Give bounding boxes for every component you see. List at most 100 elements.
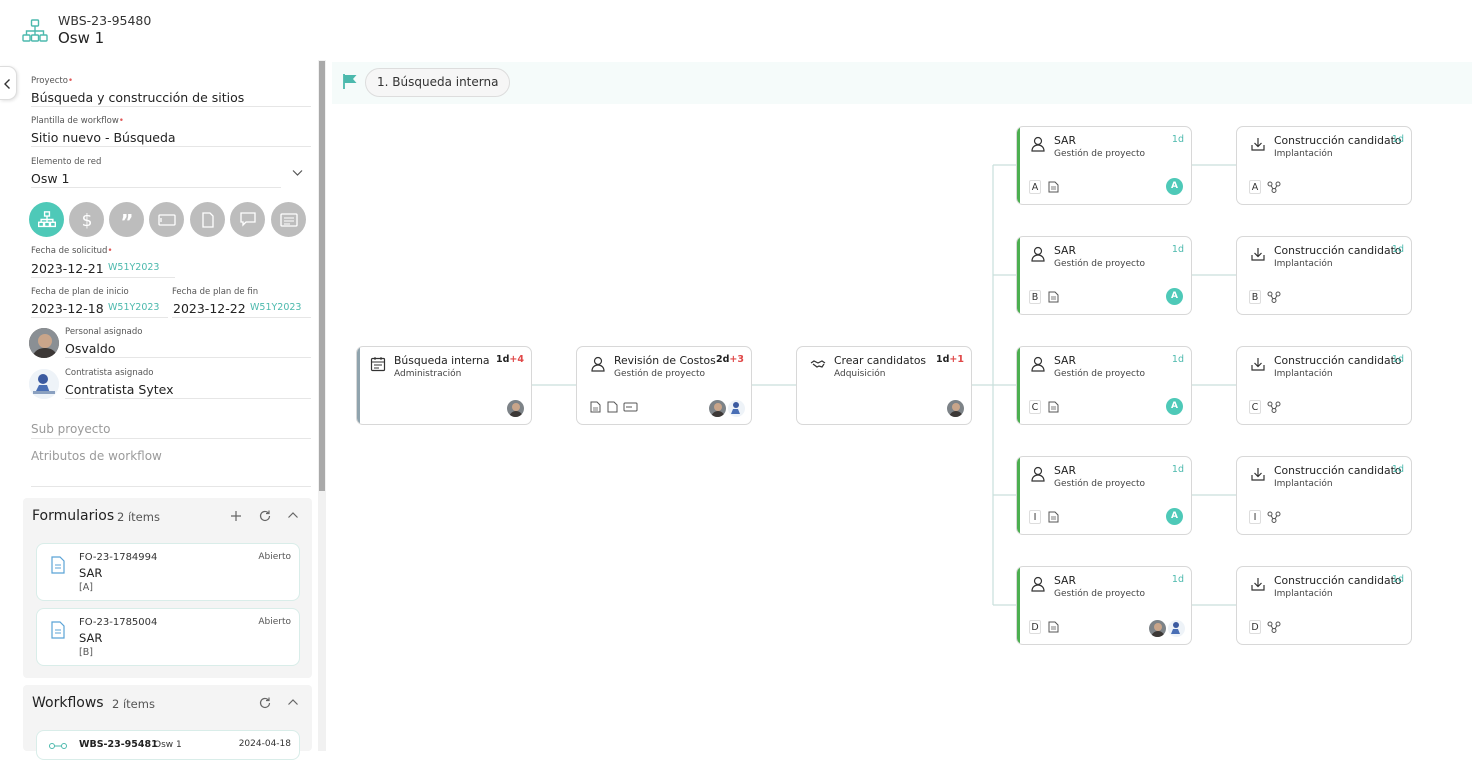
- workflow-code: WBS-23-95480: [58, 13, 152, 28]
- chevron-up-icon[interactable]: [287, 511, 299, 519]
- task-node-construccion[interactable]: Construcción candidato Implantación 1d A: [1236, 126, 1412, 205]
- candidate-letter: A: [1029, 180, 1041, 194]
- task-node-construccion[interactable]: Construcción candidato Implantación 1d C: [1236, 346, 1412, 425]
- assigned-staff-value[interactable]: Osvaldo: [65, 341, 115, 356]
- user-badge-icon: [1031, 136, 1045, 152]
- task-title: SAR: [1054, 574, 1076, 587]
- task-subtitle: Implantación: [1274, 479, 1333, 489]
- task-subtitle: Administración: [394, 369, 462, 379]
- task-node-sar[interactable]: SAR Gestión de proyecto 1d I A: [1016, 456, 1192, 535]
- user-badge-icon: [1031, 246, 1045, 262]
- flag-icon: [343, 74, 357, 89]
- workflow-attributes-row[interactable]: Atributos de workflow: [31, 449, 162, 463]
- form-item[interactable]: FO-23-1785004 SAR [B] Abierto: [36, 608, 300, 666]
- plan-end-value[interactable]: 2023-12-22: [173, 301, 246, 316]
- project-value[interactable]: Búsqueda y construcción de sitios: [31, 90, 244, 105]
- avatar: [29, 328, 59, 358]
- candidate-letter: I: [1029, 510, 1041, 524]
- candidate-letter: D: [1029, 620, 1041, 634]
- form-icon: [1048, 291, 1059, 303]
- divider: [31, 277, 175, 278]
- download-icon: [1251, 468, 1265, 481]
- task-subtitle: Adquisición: [834, 369, 886, 379]
- task-node-sar[interactable]: SAR Gestión de proyecto 1d D: [1016, 566, 1192, 645]
- plan-start-value[interactable]: 2023-12-18: [31, 301, 104, 316]
- structure-button[interactable]: [29, 202, 64, 237]
- task-node-revision[interactable]: Revisión de Costos Gestión de proyecto 2…: [576, 346, 752, 425]
- sub-project-row[interactable]: Sub proyecto: [31, 422, 110, 436]
- task-node-sar[interactable]: SAR Gestión de proyecto 1d B A: [1016, 236, 1192, 315]
- collapse-panel-button[interactable]: [0, 66, 17, 100]
- plan-end-week: W51Y2023: [250, 302, 302, 313]
- assigned-contractor-value[interactable]: Contratista Sytex: [65, 382, 174, 397]
- task-subtitle: Implantación: [1274, 259, 1333, 269]
- forms-title: Formularios: [32, 508, 115, 524]
- form-name: SAR: [79, 566, 103, 580]
- workflow-date: 2024-04-18: [238, 739, 291, 749]
- task-duration: 1d: [1171, 354, 1184, 365]
- costs-button[interactable]: $: [69, 202, 104, 237]
- status-bar: [357, 347, 360, 424]
- list-button[interactable]: [271, 202, 306, 237]
- form-code: FO-23-1784994: [79, 552, 158, 563]
- network-element-label: Elemento de red: [31, 157, 102, 167]
- task-subtitle: Gestión de proyecto: [1054, 589, 1145, 599]
- task-title: Búsqueda interna: [394, 354, 490, 367]
- divider: [65, 357, 311, 358]
- form-icon: [1048, 621, 1059, 633]
- refresh-icon[interactable]: [258, 509, 272, 523]
- card-button[interactable]: [149, 202, 184, 237]
- task-title: SAR: [1054, 354, 1076, 367]
- task-subtitle: Gestión de proyecto: [1054, 479, 1145, 489]
- flow-icon: [1267, 621, 1281, 633]
- download-icon: [1251, 138, 1265, 151]
- form-item[interactable]: FO-23-1784994 SAR [A] Abierto: [36, 543, 300, 601]
- user-badge-icon: [1031, 356, 1045, 372]
- avatar: [1149, 620, 1166, 637]
- task-node-sar[interactable]: SAR Gestión de proyecto 1d C A: [1016, 346, 1192, 425]
- documents-button[interactable]: [190, 202, 225, 237]
- status-bar: [1017, 347, 1020, 424]
- workflow-icon: [49, 743, 67, 749]
- stage-pill[interactable]: 1. Búsqueda interna: [365, 68, 511, 97]
- assigned-staff-label: Personal asignado: [65, 327, 143, 337]
- avatar: [507, 400, 524, 417]
- task-subtitle: Gestión de proyecto: [614, 369, 705, 379]
- scrollbar-thumb[interactable]: [319, 61, 325, 491]
- divider: [31, 187, 281, 188]
- chevron-down-icon[interactable]: [292, 169, 303, 177]
- task-title: SAR: [1054, 134, 1076, 147]
- chevron-up-icon[interactable]: [287, 698, 299, 706]
- status-bar: [1017, 457, 1020, 534]
- task-node-construccion[interactable]: Construcción candidato Implantación 1d I: [1236, 456, 1412, 535]
- plan-start-week: W51Y2023: [108, 302, 160, 313]
- network-element-select[interactable]: Osw 1: [31, 171, 70, 186]
- workflow-item[interactable]: WBS-23-95481 Osw 1 2024-04-18: [36, 730, 300, 760]
- add-icon[interactable]: [230, 510, 242, 522]
- list-icon: [279, 212, 298, 227]
- task-node-construccion[interactable]: Construcción candidato Implantación 1d B: [1236, 236, 1412, 315]
- refresh-icon[interactable]: [258, 696, 272, 710]
- flow-icon: [1267, 181, 1281, 193]
- task-duration: 1d: [1391, 354, 1404, 365]
- template-label: Plantilla de workflow•: [31, 116, 124, 126]
- quotes-button[interactable]: ”: [109, 202, 144, 237]
- template-value[interactable]: Sitio nuevo - Búsqueda: [31, 130, 176, 145]
- task-node-sar[interactable]: SAR Gestión de proyecto 1d A A: [1016, 126, 1192, 205]
- card-icon: [157, 213, 176, 226]
- comments-button[interactable]: [230, 202, 265, 237]
- task-node-crear[interactable]: Crear candidatos Adquisición 1d+1: [796, 346, 972, 425]
- contractor-avatar: [728, 400, 745, 417]
- project-label: Proyecto•: [31, 76, 73, 86]
- task-node-busqueda[interactable]: Búsqueda interna Administración 1d+4: [356, 346, 532, 425]
- contractor-avatar: [29, 369, 59, 399]
- user-badge-icon: [591, 356, 605, 372]
- form-status: Abierto: [258, 552, 291, 562]
- task-node-construccion[interactable]: Construcción candidato Implantación 1d D: [1236, 566, 1412, 645]
- task-subtitle: Implantación: [1274, 369, 1333, 379]
- request-date-value[interactable]: 2023-12-21: [31, 261, 104, 276]
- page-title: Osw 1: [58, 29, 105, 47]
- flow-icon: [1267, 401, 1281, 413]
- status-badge: A: [1166, 178, 1183, 195]
- task-title: Construcción candidato: [1274, 354, 1402, 367]
